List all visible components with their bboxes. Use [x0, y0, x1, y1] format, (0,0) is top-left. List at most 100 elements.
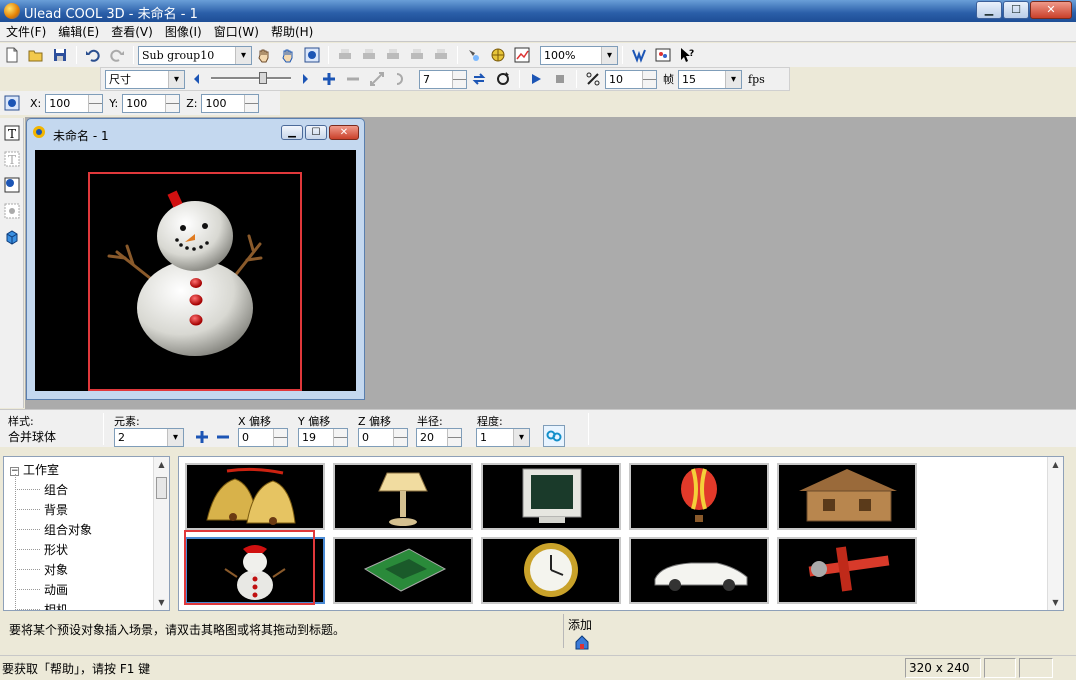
chart-button[interactable]: [511, 44, 533, 66]
fps-select[interactable]: 15: [678, 69, 742, 89]
pingpong-button[interactable]: [492, 68, 514, 90]
preset-chip[interactable]: [333, 537, 473, 604]
rotate-hand-button[interactable]: [277, 44, 299, 66]
frame-count-field[interactable]: 10: [605, 69, 657, 89]
maximize-button[interactable]: ☐: [1003, 1, 1029, 19]
palette-button[interactable]: [652, 44, 674, 66]
elements-select[interactable]: 2: [114, 428, 184, 447]
preset-airplane[interactable]: [777, 537, 917, 604]
smooth-button[interactable]: [582, 68, 604, 90]
help-pointer-button[interactable]: ?: [676, 44, 698, 66]
preset-lamp[interactable]: [333, 463, 473, 530]
document-window: 未命名 - 1 ▁ ☐ ✕: [26, 118, 365, 400]
fit-object-button[interactable]: [301, 44, 323, 66]
position-mode-button[interactable]: [1, 92, 23, 114]
last-frame-button[interactable]: [294, 68, 316, 90]
undo-button[interactable]: [82, 44, 104, 66]
z-offset-field[interactable]: 0: [358, 428, 408, 447]
tree-item-shapes[interactable]: 形状: [14, 541, 68, 558]
y-label: Y:: [109, 96, 119, 110]
group-button[interactable]: [1, 200, 23, 222]
doc-minimize-button[interactable]: ▁: [281, 125, 303, 140]
tree-item-background[interactable]: 背景: [14, 501, 68, 518]
tree-item-camera[interactable]: 相机: [14, 601, 68, 610]
canvas-size-status: 320 x 240: [905, 658, 981, 678]
view-side-button[interactable]: [358, 44, 380, 66]
scroll-down-icon[interactable]: ▼: [154, 595, 169, 610]
effects-button[interactable]: [628, 44, 650, 66]
minimize-button[interactable]: ▁: [976, 1, 1002, 19]
doc-maximize-button[interactable]: ☐: [305, 125, 327, 140]
menu-help[interactable]: 帮助(H): [265, 23, 319, 40]
view-top-button[interactable]: [382, 44, 404, 66]
tree-item-group-objects[interactable]: 组合对象: [14, 521, 92, 538]
remove-element-button[interactable]: [212, 426, 234, 448]
gallery-scrollbar[interactable]: ▲ ▼: [1047, 457, 1063, 610]
open-button[interactable]: [25, 44, 47, 66]
stop-button[interactable]: [549, 68, 571, 90]
slider-thumb[interactable]: [259, 72, 267, 84]
style-label: 样式:: [8, 415, 34, 428]
preset-monitor[interactable]: [481, 463, 621, 530]
loop-button[interactable]: [468, 68, 490, 90]
tree-item-animation[interactable]: 动画: [14, 581, 68, 598]
menu-file[interactable]: 文件(F): [0, 23, 52, 40]
hand-button[interactable]: [253, 44, 275, 66]
insert-text-button[interactable]: T: [1, 122, 23, 144]
menu-edit[interactable]: 编辑(E): [52, 23, 105, 40]
tree-item-objects[interactable]: 对象: [14, 561, 68, 578]
zoom-select[interactable]: 100%: [540, 45, 618, 65]
view-front-button[interactable]: [334, 44, 356, 66]
preset-house[interactable]: [777, 463, 917, 530]
hold-button[interactable]: [390, 68, 412, 90]
doc-close-button[interactable]: ✕: [329, 125, 359, 140]
timeline-slider[interactable]: [211, 70, 291, 88]
chip-thumbnail: [363, 548, 447, 592]
menu-window[interactable]: 窗口(W): [208, 23, 265, 40]
view-back-button[interactable]: [406, 44, 428, 66]
tree-root-studio[interactable]: − 工作室: [10, 461, 59, 478]
close-button[interactable]: ✕: [1030, 1, 1072, 19]
insert-object-button[interactable]: [1, 174, 23, 196]
status-cell-empty: [1019, 658, 1053, 678]
preset-bells[interactable]: [185, 463, 325, 530]
scroll-down-icon[interactable]: ▼: [1048, 595, 1063, 610]
y-position-field[interactable]: 100: [122, 93, 181, 113]
play-button[interactable]: [525, 68, 547, 90]
attribute-select[interactable]: 尺寸: [105, 69, 185, 89]
remove-keyframe-button[interactable]: [342, 68, 364, 90]
z-position-field[interactable]: 100: [201, 93, 260, 113]
light-button[interactable]: [463, 44, 485, 66]
menu-view[interactable]: 查看(V): [105, 23, 159, 40]
view-bottom-button[interactable]: [430, 44, 452, 66]
preset-car[interactable]: [629, 537, 769, 604]
menu-image[interactable]: 图像(I): [159, 23, 208, 40]
edit-text-button[interactable]: T: [1, 148, 23, 170]
y-offset-field[interactable]: 19: [298, 428, 348, 447]
save-button[interactable]: [49, 44, 71, 66]
degree-select[interactable]: 1: [476, 428, 530, 447]
preset-balloon[interactable]: [629, 463, 769, 530]
add-keyframe-button[interactable]: [318, 68, 340, 90]
x-offset-field[interactable]: 0: [238, 428, 288, 447]
tree-scroll-thumb[interactable]: [156, 477, 167, 499]
chain-button[interactable]: [543, 425, 565, 447]
current-frame-field[interactable]: 7: [419, 69, 467, 89]
tree-item-group[interactable]: 组合: [14, 481, 68, 498]
redo-button[interactable]: [106, 44, 128, 66]
first-frame-button[interactable]: [186, 68, 208, 90]
add-element-button[interactable]: [191, 426, 213, 448]
reverse-button[interactable]: [366, 68, 388, 90]
tree-scrollbar[interactable]: ▲ ▼: [153, 457, 169, 610]
scroll-up-icon[interactable]: ▲: [154, 457, 169, 472]
new-button[interactable]: [1, 44, 23, 66]
add-preset-button[interactable]: [571, 631, 593, 653]
extrude-button[interactable]: [1, 226, 23, 248]
radius-field[interactable]: 20: [416, 428, 462, 447]
object-toolbar: T T: [0, 118, 24, 408]
globe-button[interactable]: [487, 44, 509, 66]
object-select[interactable]: Sub group10: [138, 45, 252, 65]
scroll-up-icon[interactable]: ▲: [1048, 457, 1063, 472]
x-position-field[interactable]: 100: [45, 93, 104, 113]
preset-clock[interactable]: [481, 537, 621, 604]
